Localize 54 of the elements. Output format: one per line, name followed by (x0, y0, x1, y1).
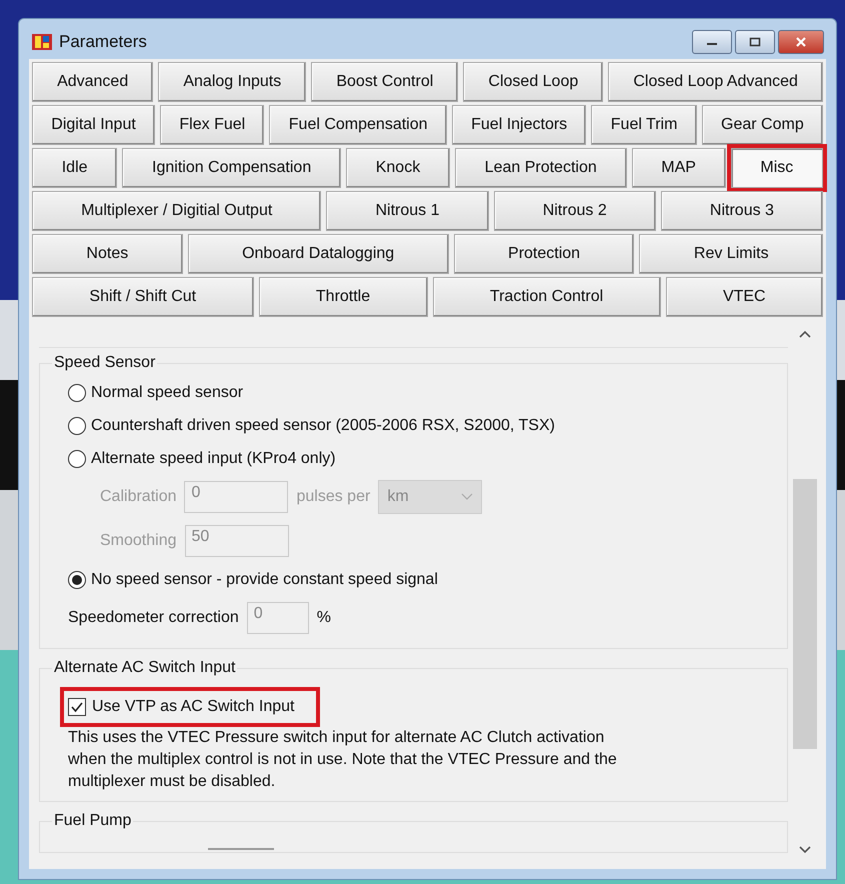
tab[interactable]: Protection (454, 234, 634, 274)
checkmark-icon (70, 700, 84, 714)
field-label: Speedometer correction (68, 609, 239, 627)
group-title: Alternate AC Switch Input (53, 659, 236, 677)
radio-option[interactable]: No speed sensor - provide constant speed signal (68, 563, 775, 596)
tab[interactable]: Rev Limits (639, 234, 824, 274)
tab[interactable]: Nitrous 3 (660, 191, 824, 231)
tab[interactable]: Advanced (32, 62, 154, 102)
radio-option[interactable]: Normal speed sensor (68, 376, 775, 409)
tab[interactable]: Flex Fuel (160, 105, 264, 145)
scroll-up-icon[interactable] (798, 329, 812, 339)
window-title: Parameters (59, 32, 147, 52)
tab[interactable]: MAP (632, 148, 726, 188)
tab[interactable]: Fuel Compensation (269, 105, 447, 145)
tab[interactable]: Notes (32, 234, 183, 274)
scroll-down-icon[interactable] (798, 845, 812, 855)
chevron-down-icon (461, 493, 474, 501)
description-text: This uses the VTEC Pressure switch input for alternate AC Clutch activation when the multiplex control is not in use. Note that the VTEC Pressure and the multiplexer must be disabled. (68, 728, 618, 792)
unit-label: pulses per (296, 488, 370, 506)
tab[interactable]: Gear Comp (702, 105, 824, 145)
maximize-button[interactable] (735, 30, 775, 54)
tab[interactable]: Knock (346, 148, 450, 188)
tab[interactable]: Idle (32, 148, 118, 188)
tab[interactable]: Lean Protection (454, 148, 626, 188)
tab[interactable]: Digital Input (32, 105, 156, 145)
maximize-icon (749, 37, 761, 47)
tab[interactable]: Nitrous 1 (326, 191, 489, 231)
unit-label: % (316, 609, 331, 627)
tab[interactable]: Onboard Datalogging (188, 234, 449, 274)
tab[interactable]: Throttle (258, 277, 428, 317)
group-title: Fuel Pump (53, 812, 132, 830)
app-logo-icon (31, 32, 53, 52)
tab[interactable]: Nitrous 2 (494, 191, 656, 231)
field-label: Calibration (100, 488, 176, 506)
tab[interactable]: Boost Control (311, 62, 458, 102)
scroll-thumb[interactable] (793, 479, 817, 749)
close-button[interactable] (778, 30, 824, 54)
field-label: Smoothing (100, 532, 176, 550)
tab[interactable]: Fuel Injectors (452, 105, 586, 145)
tab[interactable]: Closed Loop (463, 62, 604, 102)
tab[interactable]: Ignition Compensation (122, 148, 341, 188)
group-title: Speed Sensor (53, 354, 156, 372)
radio-option[interactable]: Alternate speed input (KPro4 only) (68, 442, 775, 475)
close-icon (795, 37, 807, 47)
tab[interactable]: Shift / Shift Cut (32, 277, 254, 317)
tab[interactable]: Closed Loop Advanced (608, 62, 824, 102)
tab[interactable]: Analog Inputs (158, 62, 306, 102)
tab[interactable]: Traction Control (432, 277, 661, 317)
tab[interactable]: Multiplexer / Digitial Output (32, 191, 322, 231)
minimize-button[interactable] (692, 30, 732, 54)
tab[interactable]: Fuel Trim (591, 105, 697, 145)
radio-option[interactable]: Countershaft driven speed sensor (2005-2006 RSX, S2000, TSX) (68, 409, 775, 442)
checkbox[interactable]: Use VTP as AC Switch Input (64, 691, 316, 723)
tab[interactable]: VTEC (666, 277, 823, 317)
